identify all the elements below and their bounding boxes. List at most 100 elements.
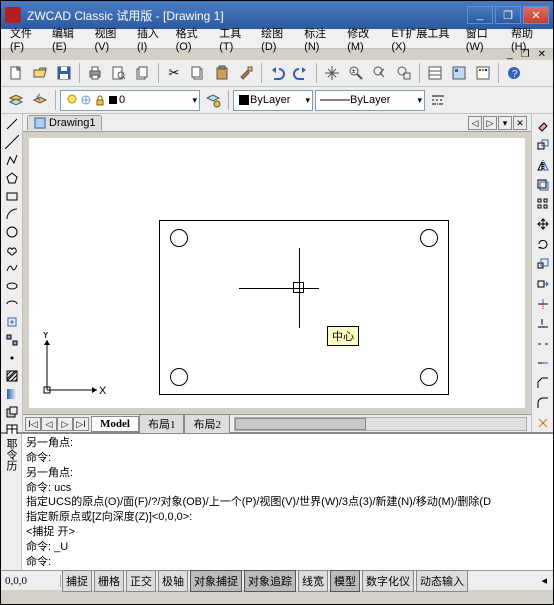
insert-icon[interactable]: [2, 314, 22, 330]
trim-icon[interactable]: [533, 295, 553, 313]
layer-combo[interactable]: 0 ▾: [60, 90, 200, 111]
menu-modify[interactable]: 修改(M): [342, 23, 386, 55]
stretch-icon[interactable]: [533, 275, 553, 293]
circle-icon[interactable]: [2, 224, 22, 240]
pan-icon[interactable]: [321, 62, 343, 84]
publish-icon[interactable]: [132, 62, 154, 84]
layer-manager-icon[interactable]: [5, 89, 27, 111]
break-icon[interactable]: [533, 335, 553, 353]
open-icon[interactable]: [29, 62, 51, 84]
chamfer-icon[interactable]: [533, 374, 553, 392]
menu-tools[interactable]: 工具(T): [214, 23, 256, 55]
menu-dimension[interactable]: 标注(N): [299, 23, 342, 55]
erase-icon[interactable]: [533, 116, 553, 134]
tab-layout1[interactable]: 布局1: [139, 414, 185, 434]
undo-icon[interactable]: [266, 62, 288, 84]
copyobj-icon[interactable]: [533, 136, 553, 154]
coord-readout[interactable]: 0,0,0: [1, 575, 61, 587]
fillet-icon[interactable]: [533, 394, 553, 412]
hatch-icon[interactable]: [2, 368, 22, 384]
hscroll-thumb[interactable]: [235, 418, 366, 430]
xline-icon[interactable]: [2, 134, 22, 150]
sb-lwt[interactable]: 线宽: [298, 570, 328, 592]
spline-icon[interactable]: [2, 260, 22, 276]
paste-icon[interactable]: [211, 62, 233, 84]
hscrollbar[interactable]: [234, 417, 527, 431]
menu-et[interactable]: ET扩展工具(X): [386, 23, 460, 55]
sb-snap[interactable]: 捕捉: [62, 570, 92, 592]
print-icon[interactable]: [84, 62, 106, 84]
mdi-restore[interactable]: ❐: [517, 49, 534, 60]
sb-ortho[interactable]: 正交: [126, 570, 156, 592]
explode-icon[interactable]: [533, 414, 553, 432]
sheet-last-icon[interactable]: ▷I: [73, 417, 89, 431]
scale-icon[interactable]: [533, 255, 553, 273]
menu-window[interactable]: 窗口(W): [461, 23, 506, 55]
redo-icon[interactable]: [290, 62, 312, 84]
sb-tablet[interactable]: 数字化仪: [362, 570, 414, 592]
linetype-combo[interactable]: ByLayer ▾: [315, 90, 425, 111]
doc-tab[interactable]: Drawing1: [27, 115, 102, 130]
zoom-rt-icon[interactable]: ±: [345, 62, 367, 84]
help-icon[interactable]: ?: [503, 62, 525, 84]
ellipsearc-icon[interactable]: [2, 296, 22, 312]
save-icon[interactable]: [53, 62, 75, 84]
join-icon[interactable]: [533, 355, 553, 373]
gradient-icon[interactable]: [2, 386, 22, 402]
copy-icon[interactable]: [187, 62, 209, 84]
command-window[interactable]: 耶令历 另一角点: 命令: 另一角点: 命令: ucs 指定UCS的原点(O)/…: [1, 432, 553, 570]
canvas[interactable]: 中心 X Y: [29, 138, 525, 408]
block-icon[interactable]: [2, 332, 22, 348]
mdi-minimize[interactable]: _: [503, 49, 517, 60]
rotate-icon[interactable]: [533, 235, 553, 253]
mirror-icon[interactable]: [533, 156, 553, 174]
sb-polar[interactable]: 极轴: [158, 570, 188, 592]
sb-otrack[interactable]: 对象追踪: [244, 570, 296, 592]
matchprop-icon[interactable]: [235, 62, 257, 84]
tpalette-icon[interactable]: [472, 62, 494, 84]
mdi-close[interactable]: ✕: [534, 49, 550, 60]
extend-icon[interactable]: [533, 315, 553, 333]
menu-format[interactable]: 格式(O): [171, 23, 215, 55]
tab-close-icon[interactable]: ✕: [513, 116, 527, 130]
zoom-prev-icon[interactable]: [369, 62, 391, 84]
sheet-next-icon[interactable]: ▷: [57, 417, 73, 431]
menu-insert[interactable]: 插入(I): [132, 23, 171, 55]
pline-icon[interactable]: [2, 152, 22, 168]
maximize-button[interactable]: ❐: [495, 6, 521, 24]
tab-model[interactable]: Model: [91, 416, 139, 432]
new-icon[interactable]: [5, 62, 27, 84]
props-icon[interactable]: [424, 62, 446, 84]
region-icon[interactable]: [2, 404, 22, 420]
menu-edit[interactable]: 编辑(E): [47, 23, 90, 55]
point-icon[interactable]: [2, 350, 22, 366]
line-icon[interactable]: [2, 116, 22, 132]
menu-draw[interactable]: 绘图(D): [256, 23, 299, 55]
menu-view[interactable]: 视图(V): [89, 23, 132, 55]
tab-right-icon[interactable]: ▷: [483, 116, 497, 130]
cut-icon[interactable]: ✂: [163, 62, 185, 84]
menu-file[interactable]: 文件(F): [5, 23, 47, 55]
ellipse-icon[interactable]: [2, 278, 22, 294]
polygon-icon[interactable]: [2, 170, 22, 186]
sheet-prev-icon[interactable]: ◁: [41, 417, 57, 431]
adc-icon[interactable]: [448, 62, 470, 84]
color-combo[interactable]: ByLayer ▾: [233, 90, 313, 111]
sb-grid[interactable]: 栅格: [94, 570, 124, 592]
sb-dyn[interactable]: 动态输入: [416, 570, 468, 592]
minimize-button[interactable]: _: [467, 6, 493, 24]
zoom-win-icon[interactable]: [393, 62, 415, 84]
sb-model[interactable]: 模型: [330, 570, 360, 592]
sheet-first-icon[interactable]: I◁: [25, 417, 41, 431]
ltype-manager-icon[interactable]: [427, 89, 449, 111]
sb-chevron-icon[interactable]: ◂: [535, 574, 553, 587]
layer-prev-icon[interactable]: [29, 89, 51, 111]
move-icon[interactable]: [533, 215, 553, 233]
sb-osnap[interactable]: 对象捕捉: [190, 570, 242, 592]
tab-left-icon[interactable]: ◁: [468, 116, 482, 130]
layer-states-icon[interactable]: [202, 89, 224, 111]
offset-icon[interactable]: [533, 176, 553, 194]
array-icon[interactable]: [533, 196, 553, 214]
preview-icon[interactable]: [108, 62, 130, 84]
close-button[interactable]: ✕: [523, 6, 549, 24]
